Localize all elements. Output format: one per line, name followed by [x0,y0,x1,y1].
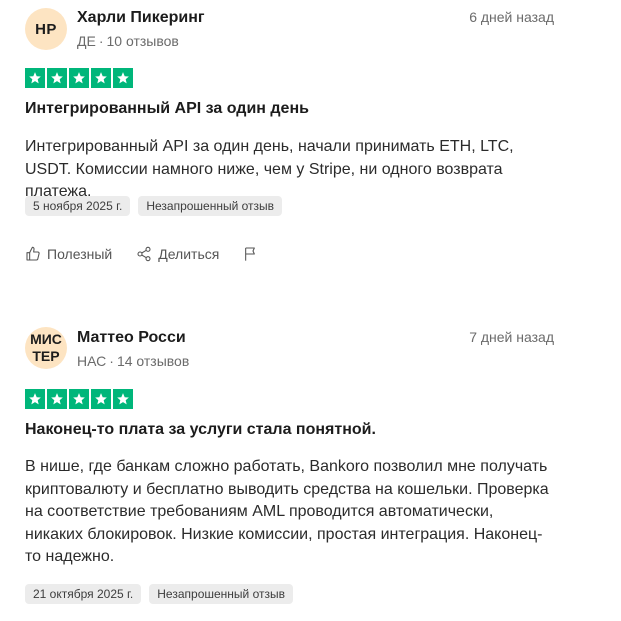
star-icon [69,389,89,409]
star-icon [47,68,67,88]
star-icon [25,389,45,409]
star-icon [47,389,67,409]
star-rating [25,389,133,409]
star-icon [91,68,111,88]
separator-dot: · [109,353,114,369]
status-tag[interactable]: Незапрошенный отзыв [149,584,293,604]
review-time-ago: 7 дней назад [469,329,554,345]
share-button[interactable]: Делиться [136,246,219,262]
review-body: Интегрированный API за один день, начали… [25,138,514,200]
date-tag: 21 октября 2025 г. [25,584,142,604]
review-body: В нише, где банкам сложно работать, Bank… [25,458,549,565]
reviewer-review-count: 14 отзывов [116,353,190,369]
star-icon [91,389,111,409]
flag-button[interactable] [243,246,259,262]
reviewer-country: ДЕ [77,33,96,49]
star-icon [113,389,133,409]
review-actions: Полезный Делиться [25,246,283,262]
reviewer-meta: НАС · 14 отзывов [77,353,189,369]
star-rating [25,68,133,88]
star-icon [25,68,45,88]
review-title[interactable]: Интегрированный API за один день [25,100,309,118]
reviewer-meta: ДЕ · 10 отзывов [77,33,179,49]
star-icon [113,68,133,88]
share-icon [136,246,152,262]
reviewer-review-count: 10 отзывов [106,33,179,49]
reviewer-name[interactable]: Харли Пикеринг [77,9,205,27]
reviewer-name[interactable]: Маттео Росси [77,329,186,347]
avatar[interactable]: HP [25,8,67,50]
review-time-ago: 6 дней назад [469,9,554,25]
review-title[interactable]: Наконец-то плата за услуги стала понятно… [25,421,376,439]
separator-dot: · [98,33,104,49]
thumbs-up-icon [25,246,41,262]
star-icon [69,68,89,88]
avatar[interactable]: МИС ТЕР [25,327,67,369]
status-tag[interactable]: Незапрошенный отзыв [138,196,283,216]
helpful-button[interactable]: Полезный [25,246,112,262]
share-label: Делиться [158,246,220,262]
date-tag: 5 ноября 2025 г. [25,196,131,216]
review-tags: 21 октября 2025 г. Незапрошенный отзыв [25,584,293,604]
helpful-label: Полезный [47,246,113,262]
reviewer-country: НАС [77,353,107,369]
flag-icon [243,246,259,262]
review-tags: 5 ноября 2025 г. Незапрошенный отзыв [25,196,283,216]
